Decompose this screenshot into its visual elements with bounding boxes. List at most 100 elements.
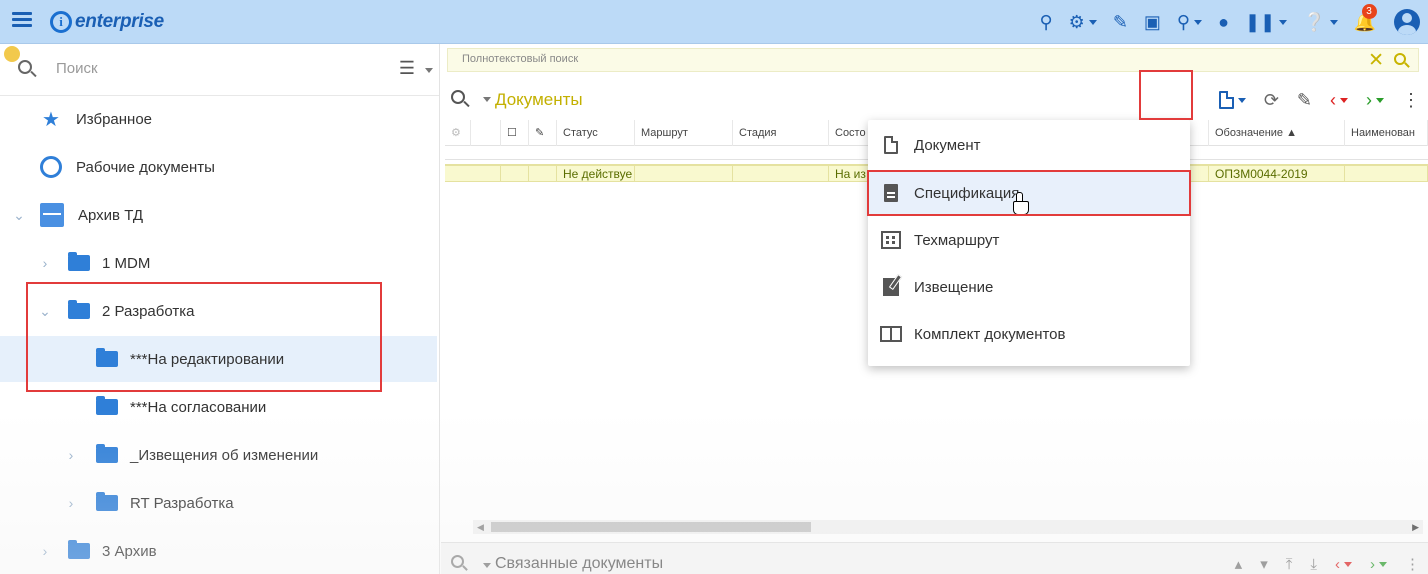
clear-icon[interactable]: ✕ <box>1368 49 1384 72</box>
sidebar-item-on-editing[interactable]: ***На редактировании <box>0 336 437 382</box>
expand-down-icon[interactable]: ▾ <box>1260 555 1268 573</box>
move-top-icon[interactable]: ⤒ <box>1286 556 1293 573</box>
search-icon[interactable] <box>451 555 464 568</box>
refresh-icon[interactable]: ⟳ <box>1264 90 1279 111</box>
help-icon[interactable]: ❔ <box>1303 12 1338 33</box>
notice-icon <box>883 278 899 296</box>
related-documents-panel: Связанные документы ▴ ▾ ⤒ ⤓ ‹ › ⋮ <box>441 542 1428 574</box>
scroll-right-arrow-icon[interactable]: ▶ <box>1412 522 1419 533</box>
collapse-up-icon[interactable]: ▴ <box>1235 555 1243 573</box>
avatar[interactable] <box>1394 9 1420 35</box>
scrollbar-thumb[interactable] <box>491 522 811 532</box>
logo-mark-icon: i <box>50 11 72 33</box>
sidebar-item-label: RT Разработка <box>130 494 234 512</box>
back-arrow-icon[interactable]: ‹ <box>1335 556 1352 573</box>
sidebar-item-3-archive[interactable]: › 3 Архив <box>0 528 437 574</box>
move-bottom-icon[interactable]: ⤓ <box>1310 556 1317 573</box>
menu-item-route[interactable]: Техмаршрут <box>868 217 1190 263</box>
chevron-right-icon[interactable]: › <box>36 255 54 271</box>
row-stage-cell <box>733 166 829 182</box>
archive-icon <box>40 203 64 227</box>
filter-caret-icon[interactable] <box>425 68 433 73</box>
menu-item-label: Документ <box>914 136 981 154</box>
sidebar-item-archive-td[interactable]: ⌄ Архив ТД <box>0 192 437 238</box>
pin-icon[interactable] <box>4 46 20 62</box>
panel-caret-icon[interactable] <box>483 563 491 568</box>
sidebar-search[interactable]: Поиск ☰ <box>0 44 439 96</box>
column-header-designation[interactable]: Обозначение ▲ <box>1209 120 1345 146</box>
documents-toolbar: ⟳ ✎ ‹ › ⋮ <box>1201 86 1420 114</box>
menu-item-label: Извещение <box>914 278 994 296</box>
comment-column-icon[interactable]: ☐ <box>501 120 529 146</box>
column-header-route[interactable]: Маршрут <box>635 120 733 146</box>
settings-gear-icon[interactable]: ⚙ <box>1069 12 1097 33</box>
search-icon[interactable]: ⚲ <box>1039 12 1052 33</box>
sidebar-item-favorites[interactable]: ★ Избранное <box>0 96 437 142</box>
column-settings-icon[interactable]: ⚙ <box>445 120 471 146</box>
edit-document-icon[interactable]: ✎ <box>1113 12 1128 33</box>
notification-bell-icon[interactable]: 🔔 3 <box>1354 3 1377 33</box>
search-icon[interactable] <box>451 90 465 104</box>
row-edit-cell <box>529 166 557 182</box>
pause-icon[interactable]: ❚❚ <box>1245 12 1288 33</box>
inbox-icon[interactable]: ▣ <box>1144 12 1161 33</box>
chevron-down-icon[interactable]: ⌄ <box>36 303 54 320</box>
fulltext-search-placeholder: Полнотекстовый поиск <box>462 53 579 65</box>
chevron-down-icon[interactable]: ⌄ <box>10 207 28 224</box>
menu-item-document[interactable]: Документ <box>868 122 1190 168</box>
panel-title: Документы <box>495 90 583 109</box>
horizontal-scrollbar[interactable]: ◀ ▶ <box>473 520 1423 534</box>
menu-item-specification[interactable]: Спецификация <box>868 170 1190 216</box>
sidebar-item-2-development[interactable]: ⌄ 2 Разработка <box>0 288 437 334</box>
chevron-right-icon[interactable]: › <box>36 543 54 559</box>
sidebar-item-work-documents[interactable]: Рабочие документы <box>0 144 437 190</box>
more-vertical-icon[interactable]: ⋮ <box>1405 555 1420 573</box>
filter-settings-icon[interactable]: ☰ <box>399 58 415 79</box>
folder-icon <box>68 252 90 271</box>
sidebar-item-on-approval[interactable]: ***На согласовании <box>0 384 437 430</box>
forward-arrow-icon[interactable]: › <box>1370 556 1387 573</box>
fulltext-search-input[interactable]: Полнотекстовый поиск ✕ <box>447 48 1419 72</box>
new-document-icon <box>1218 91 1234 109</box>
star-icon: ★ <box>42 108 60 131</box>
hamburger-menu-icon[interactable] <box>12 12 32 28</box>
forward-arrow-icon[interactable]: › <box>1366 90 1384 111</box>
search-dropdown-icon[interactable]: ⚲ <box>1177 12 1203 33</box>
sidebar-item-rt-development[interactable]: › RT Разработка <box>0 480 437 526</box>
top-toolbar: ⚲ ⚙ ✎ ▣ ⚲ ● ❚❚ ❔ 🔔 3 <box>1023 0 1420 44</box>
sidebar-item-label: 2 Разработка <box>102 302 195 320</box>
scroll-left-arrow-icon[interactable]: ◀ <box>477 522 484 533</box>
documents-panel-header: Документы ⟳ ✎ ‹ › ⋮ <box>441 82 1428 118</box>
search-icon[interactable] <box>1394 53 1406 65</box>
folder-icon <box>96 492 118 511</box>
menu-item-label: Комплект документов <box>914 325 1066 343</box>
panel-caret-icon[interactable] <box>483 97 491 102</box>
document-set-icon <box>880 326 902 342</box>
sidebar-search-input[interactable]: Поиск <box>56 60 98 77</box>
more-vertical-icon[interactable]: ⋮ <box>1402 90 1420 111</box>
create-document-button[interactable] <box>1218 91 1246 109</box>
edit-column-icon[interactable]: ✎ <box>529 120 557 146</box>
sidebar: Поиск ☰ ★ Избранное Рабочие документы ⌄ … <box>0 44 440 574</box>
back-arrow-icon[interactable]: ‹ <box>1330 90 1348 111</box>
row-comment-cell <box>501 166 529 182</box>
specification-icon <box>884 184 898 202</box>
app-logo[interactable]: i enterprise <box>50 8 164 36</box>
sidebar-item-1-mdm[interactable]: › 1 MDM <box>0 240 437 286</box>
column-select[interactable] <box>471 120 501 146</box>
menu-item-label: Спецификация <box>914 184 1020 202</box>
chevron-right-icon[interactable]: › <box>62 495 80 511</box>
search-icon <box>18 60 32 74</box>
menu-item-label: Техмаршрут <box>914 231 1000 249</box>
column-header-status[interactable]: Статус <box>557 120 635 146</box>
user-icon[interactable]: ● <box>1218 12 1229 33</box>
edit-pencil-icon[interactable]: ✎ <box>1297 90 1312 111</box>
column-header-stage[interactable]: Стадия <box>733 120 829 146</box>
menu-item-document-set[interactable]: Комплект документов <box>868 311 1190 357</box>
folder-icon <box>68 300 90 319</box>
chevron-right-icon[interactable]: › <box>62 447 80 463</box>
column-header-name[interactable]: Наименован <box>1345 120 1428 146</box>
menu-item-notice[interactable]: Извещение <box>868 264 1190 310</box>
sidebar-item-change-notices[interactable]: › _Извещения об изменении <box>0 432 437 478</box>
row-select-cell[interactable] <box>471 166 501 182</box>
